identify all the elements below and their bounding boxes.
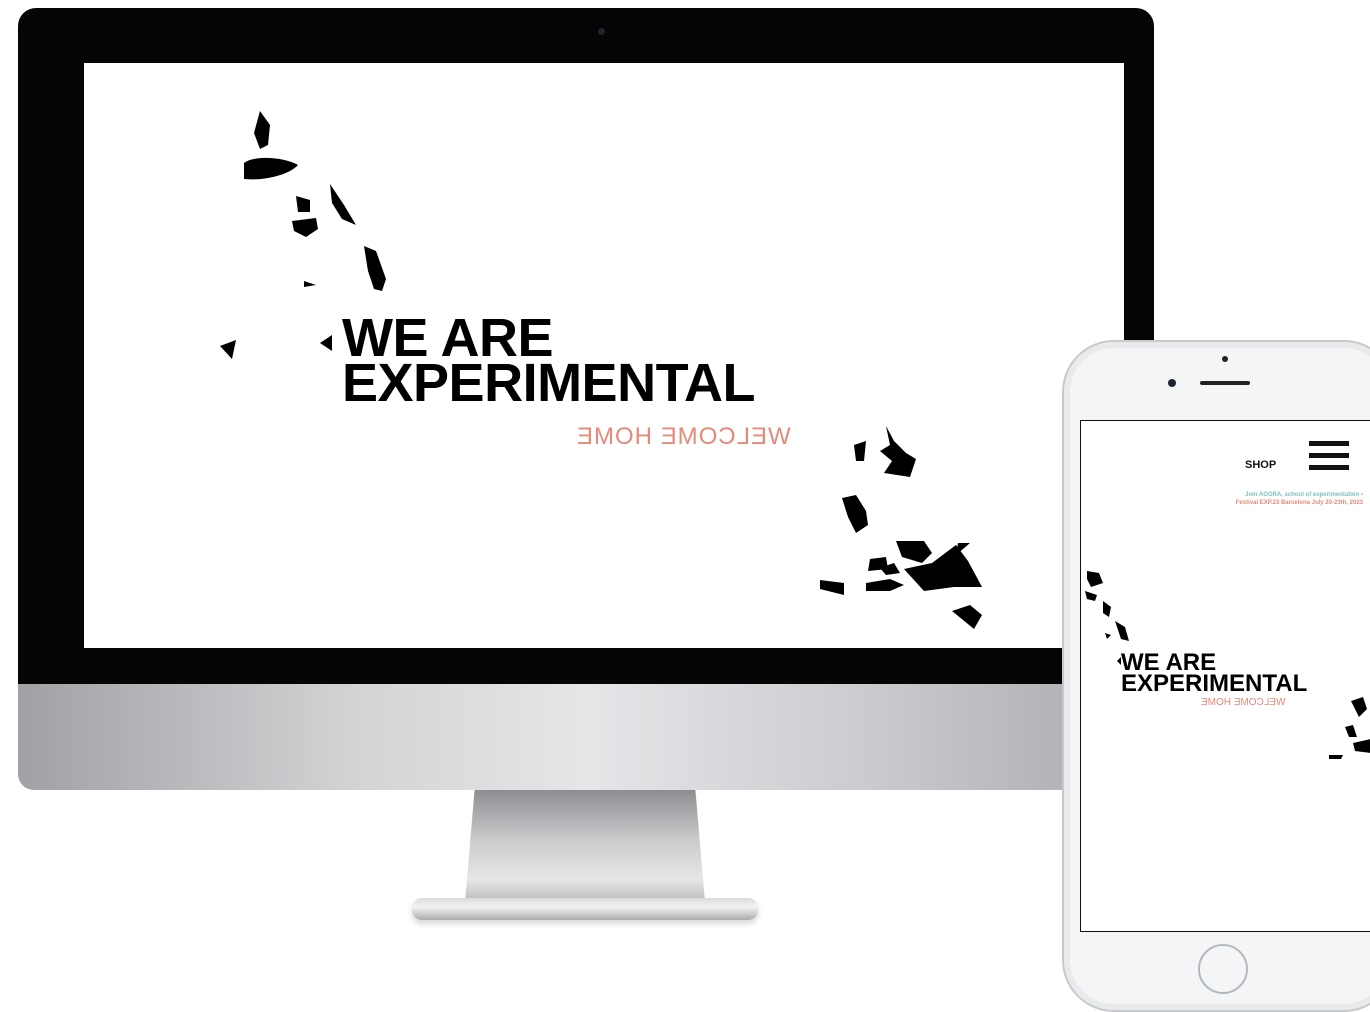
hero-headline: WE ARE EXPERIMENTAL [342, 311, 756, 410]
front-camera-icon [1168, 379, 1176, 387]
camera-icon [598, 28, 605, 35]
imac-stand [465, 790, 705, 902]
mobile-screen: SHOP Join AGORA, school of experimentati… [1080, 420, 1370, 932]
mobile-hero-headline: WE ARE EXPERIMENTAL [1121, 651, 1308, 697]
earpiece-speaker [1200, 381, 1250, 385]
mobile-headline-line-2: EXPERIMENTAL [1121, 670, 1308, 697]
mobile-hero-subheadline: WELCOME HOME [1201, 697, 1286, 708]
imac-bezel: WE ARE EXPERIMENTAL WELCOME HOME [18, 8, 1154, 684]
phone-sensor-icon [1222, 356, 1228, 362]
phone-frame: SHOP Join AGORA, school of experimentati… [1062, 340, 1370, 1012]
hero-subheadline: WELCOME HOME [576, 423, 791, 450]
hero-headline-line-2: EXPERIMENTAL [342, 353, 756, 413]
imac-stand-base [412, 898, 758, 920]
desktop-screen: WE ARE EXPERIMENTAL WELCOME HOME [84, 63, 1124, 648]
imac-chin [18, 684, 1154, 790]
home-button[interactable] [1198, 944, 1248, 994]
